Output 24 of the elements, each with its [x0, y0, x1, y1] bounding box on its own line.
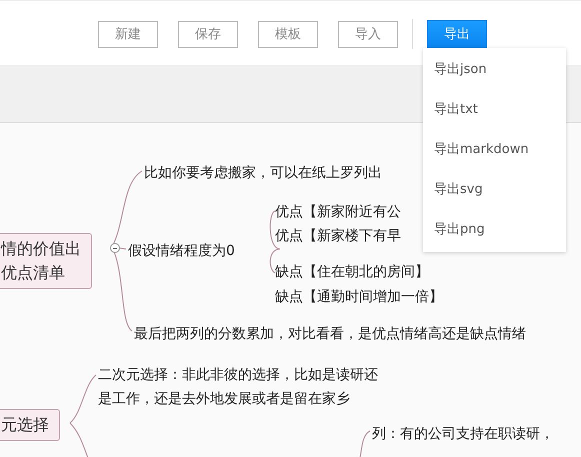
node-text[interactable]: 最后把两列的分数累加，对比看看，是优点情绪高还是缺点情绪 — [134, 322, 526, 346]
menu-item[interactable]: 导出markdown — [423, 130, 566, 170]
node-text[interactable]: 缺点【通勤时间增加一倍】 — [275, 285, 443, 309]
topic-node[interactable]: 情的价值出 优点清单 — [0, 233, 92, 289]
connector-line — [70, 374, 96, 424]
collapse-icon[interactable] — [110, 243, 120, 253]
node-text[interactable]: 缺点【住在朝北的房间】 — [275, 260, 429, 284]
toolbar-button[interactable]: 模板 — [258, 20, 318, 48]
menu-item[interactable]: 导出txt — [423, 90, 566, 130]
connector-line — [360, 430, 370, 457]
toolbar-button[interactable]: 保存 — [178, 20, 238, 48]
toolbar-button[interactable]: 新建 — [98, 20, 158, 48]
node-text[interactable]: 假设情绪程度为0 — [128, 239, 235, 263]
topic-node[interactable]: 元选择 — [0, 409, 60, 441]
toolbar-button[interactable]: 导入 — [338, 20, 398, 48]
node-text[interactable]: 优点【新家楼下有早 — [275, 224, 401, 248]
menu-item[interactable]: 导出svg — [423, 170, 566, 210]
node-text[interactable]: 列：有的公司支持在职读研， — [372, 422, 554, 446]
node-text[interactable]: 比如你要考虑搬家，可以在纸上罗列出 — [144, 161, 382, 185]
node-text[interactable]: 优点【新家附近有公 — [275, 200, 401, 224]
node-text[interactable]: 二次元选择：非此非彼的选择，比如是读研还 是工作，还是去外地发展或者是留在家乡 — [98, 363, 378, 411]
connector-line — [70, 422, 88, 457]
menu-item[interactable]: 导出png — [423, 210, 566, 250]
menu-item[interactable]: 导出json — [423, 50, 566, 90]
